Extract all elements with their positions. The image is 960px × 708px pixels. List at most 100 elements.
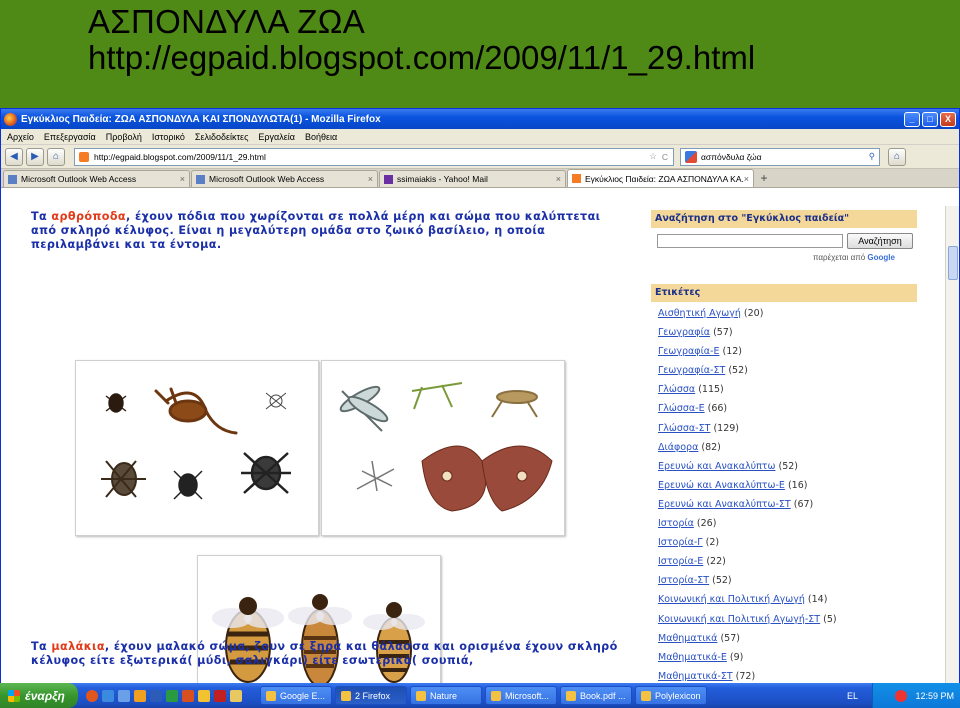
para2-pre: Τα xyxy=(31,640,52,653)
label-link[interactable]: Γλώσσα xyxy=(658,384,695,395)
reload-icon[interactable]: C xyxy=(662,152,668,162)
tab-egpaid[interactable]: Εγκύκλιος Παιδεία: ΖΩΑ ΑΣΠΟΝΔΥΛΑ ΚΑ... × xyxy=(567,169,754,187)
taskbar-app-icon xyxy=(566,690,576,701)
arthropods-paragraph: Τα αρθρόποδα, έχουν πόδια που χωρίζονται… xyxy=(31,210,621,252)
taskbar-button[interactable]: Microsoft... xyxy=(485,686,557,705)
powerpoint-quicklaunch-icon[interactable] xyxy=(182,689,194,702)
label-count: (20) xyxy=(743,308,764,319)
taskbar-button[interactable]: Google E... xyxy=(260,686,332,705)
menu-view[interactable]: Προβολή xyxy=(106,132,142,142)
label-link[interactable]: Ιστορία-Γ xyxy=(658,537,703,548)
search-bar[interactable]: ασπόνδυλα ζώα ⚲ xyxy=(680,147,880,166)
ie-quicklaunch-icon[interactable] xyxy=(102,689,114,702)
label-link[interactable]: Μαθηματικά-ΣΤ xyxy=(658,671,733,682)
taskbar-button[interactable]: Nature xyxy=(410,686,482,705)
tab-close-icon[interactable]: × xyxy=(180,174,185,184)
word-quicklaunch-icon[interactable] xyxy=(150,689,162,702)
tab-close-icon[interactable]: × xyxy=(744,174,749,184)
label-link[interactable]: Γλώσσα-ΣΤ xyxy=(658,423,710,434)
bookmark-star-icon[interactable]: ☆ xyxy=(649,151,657,162)
acrobat-quicklaunch-icon[interactable] xyxy=(214,689,226,702)
labels-heading: Ετικέτες xyxy=(651,284,917,302)
label-count: (67) xyxy=(793,498,814,510)
new-tab-button[interactable]: + xyxy=(755,170,773,187)
label-item: Διάφορα (82) xyxy=(658,442,837,461)
explorer-quicklaunch-icon[interactable] xyxy=(230,689,242,702)
home-button[interactable]: ⌂ xyxy=(47,147,65,166)
tab-outlook-1[interactable]: Microsoft Outlook Web Access × xyxy=(3,170,190,187)
maximize-button[interactable]: □ xyxy=(922,111,938,127)
minimize-button[interactable]: _ xyxy=(904,111,920,127)
tab-outlook-2[interactable]: Microsoft Outlook Web Access × xyxy=(191,170,378,187)
tab-close-icon[interactable]: × xyxy=(368,174,373,184)
label-link[interactable]: Ιστορία xyxy=(658,518,694,529)
menu-tools[interactable]: Εργαλεία xyxy=(258,132,295,142)
close-button[interactable]: X xyxy=(940,111,956,127)
back-button[interactable]: ◀ xyxy=(5,147,23,166)
menu-help[interactable]: Βοήθεια xyxy=(305,132,337,142)
excel-quicklaunch-icon[interactable] xyxy=(166,689,178,702)
label-link[interactable]: Ιστορία-ΣΤ xyxy=(658,575,709,586)
label-link[interactable]: Ερευνώ και Ανακαλύπτω xyxy=(658,461,775,472)
tab-yahoo-mail[interactable]: ssimaiakis - Yahoo! Mail × xyxy=(379,170,566,187)
taskbar-app-icon xyxy=(641,690,651,701)
tab-label: ssimaiakis - Yahoo! Mail xyxy=(397,174,488,184)
start-button[interactable]: έναρξη xyxy=(0,683,78,708)
label-link[interactable]: Κοινωνική και Πολιτική Αγωγή xyxy=(658,594,805,605)
media-quicklaunch-icon[interactable] xyxy=(134,689,146,702)
label-link[interactable]: Μαθηματικά xyxy=(658,633,717,644)
start-label: έναρξη xyxy=(25,688,65,703)
search-engine-icon[interactable] xyxy=(685,150,697,163)
label-count: (57) xyxy=(713,327,733,339)
taskbar-button[interactable]: Book.pdf ... xyxy=(560,686,632,705)
search-input[interactable]: ασπόνδυλα ζώα xyxy=(701,152,869,162)
label-link[interactable]: Ερευνώ και Ανακαλύπτω-Ε xyxy=(658,480,785,491)
blog-search-input[interactable] xyxy=(657,234,843,248)
label-link[interactable]: Ερευνώ και Ανακαλύπτω-ΣΤ xyxy=(658,499,791,510)
label-item: Αισθητική Αγωγή (20) xyxy=(658,308,837,327)
firefox-quicklaunch-icon[interactable] xyxy=(86,689,98,702)
window-titlebar[interactable]: Εγκύκλιος Παιδεία: ΖΩΑ ΑΣΠΟΝΔΥΛΑ ΚΑΙ ΣΠΟ… xyxy=(1,109,959,129)
label-link[interactable]: Μαθηματικά-Ε xyxy=(658,652,727,663)
label-count: (66) xyxy=(707,403,728,415)
taskbar-button-label: Nature xyxy=(430,690,458,701)
menu-bookmarks[interactable]: Σελιδοδείκτες xyxy=(195,132,249,142)
taskbar-button[interactable]: Polylexicon xyxy=(635,686,707,705)
bees-image xyxy=(197,555,441,689)
menu-edit[interactable]: Επεξεργασία xyxy=(44,132,96,142)
slide-url: http://egpaid.blogspot.com/2009/11/1_29.… xyxy=(88,39,756,76)
label-link[interactable]: Γεωγραφία xyxy=(658,327,710,338)
home-icon[interactable]: ⌂ xyxy=(888,147,906,166)
label-link[interactable]: Γλώσσα-Ε xyxy=(658,403,705,414)
menu-history[interactable]: Ιστορικό xyxy=(152,132,185,142)
slide-title: ΑΣΠΟΝΔΥΛΑ ΖΩΑ xyxy=(88,3,366,40)
label-count: (72) xyxy=(735,670,756,682)
label-link[interactable]: Διάφορα xyxy=(658,442,698,453)
forward-button[interactable]: ▶ xyxy=(26,147,44,166)
search-icon[interactable]: ⚲ xyxy=(869,151,875,162)
scrollbar-thumb[interactable] xyxy=(948,246,958,280)
url-bar[interactable]: http://egpaid.blogspot.com/2009/11/1_29.… xyxy=(74,147,674,166)
label-link[interactable]: Αισθητική Αγωγή xyxy=(658,308,741,319)
label-item: Γεωγραφία-Ε (12) xyxy=(658,346,837,365)
label-link[interactable]: Κοινωνική και Πολιτική Αγωγή-ΣΤ xyxy=(658,614,820,625)
label-count: (115) xyxy=(698,384,724,396)
menu-file[interactable]: Αρχείο xyxy=(7,132,34,142)
label-count: (22) xyxy=(706,556,726,568)
language-indicator[interactable]: EL xyxy=(847,691,858,701)
vertical-scrollbar[interactable] xyxy=(945,206,959,689)
tab-bar: Microsoft Outlook Web Access × Microsoft… xyxy=(1,169,959,188)
molluscs-keyword: μαλάκια xyxy=(51,640,105,653)
label-link[interactable]: Γεωγραφία-ΣΤ xyxy=(658,365,725,376)
menu-bar: Αρχείο Επεξεργασία Προβολή Ιστορικό Σελι… xyxy=(1,129,959,145)
outlook-quicklaunch-icon[interactable] xyxy=(198,689,210,702)
blog-search-button[interactable]: Αναζήτηση xyxy=(847,233,913,249)
label-count: (52) xyxy=(778,460,799,472)
taskbar-button[interactable]: 2 Firefox xyxy=(335,686,407,705)
tab-close-icon[interactable]: × xyxy=(556,174,561,184)
tray-status-icon[interactable] xyxy=(895,689,908,702)
label-link[interactable]: Ιστορία-Ε xyxy=(658,556,703,567)
url-text[interactable]: http://egpaid.blogspot.com/2009/11/1_29.… xyxy=(94,152,649,162)
label-link[interactable]: Γεωγραφία-Ε xyxy=(658,346,719,357)
desktop-quicklaunch-icon[interactable] xyxy=(118,689,130,702)
